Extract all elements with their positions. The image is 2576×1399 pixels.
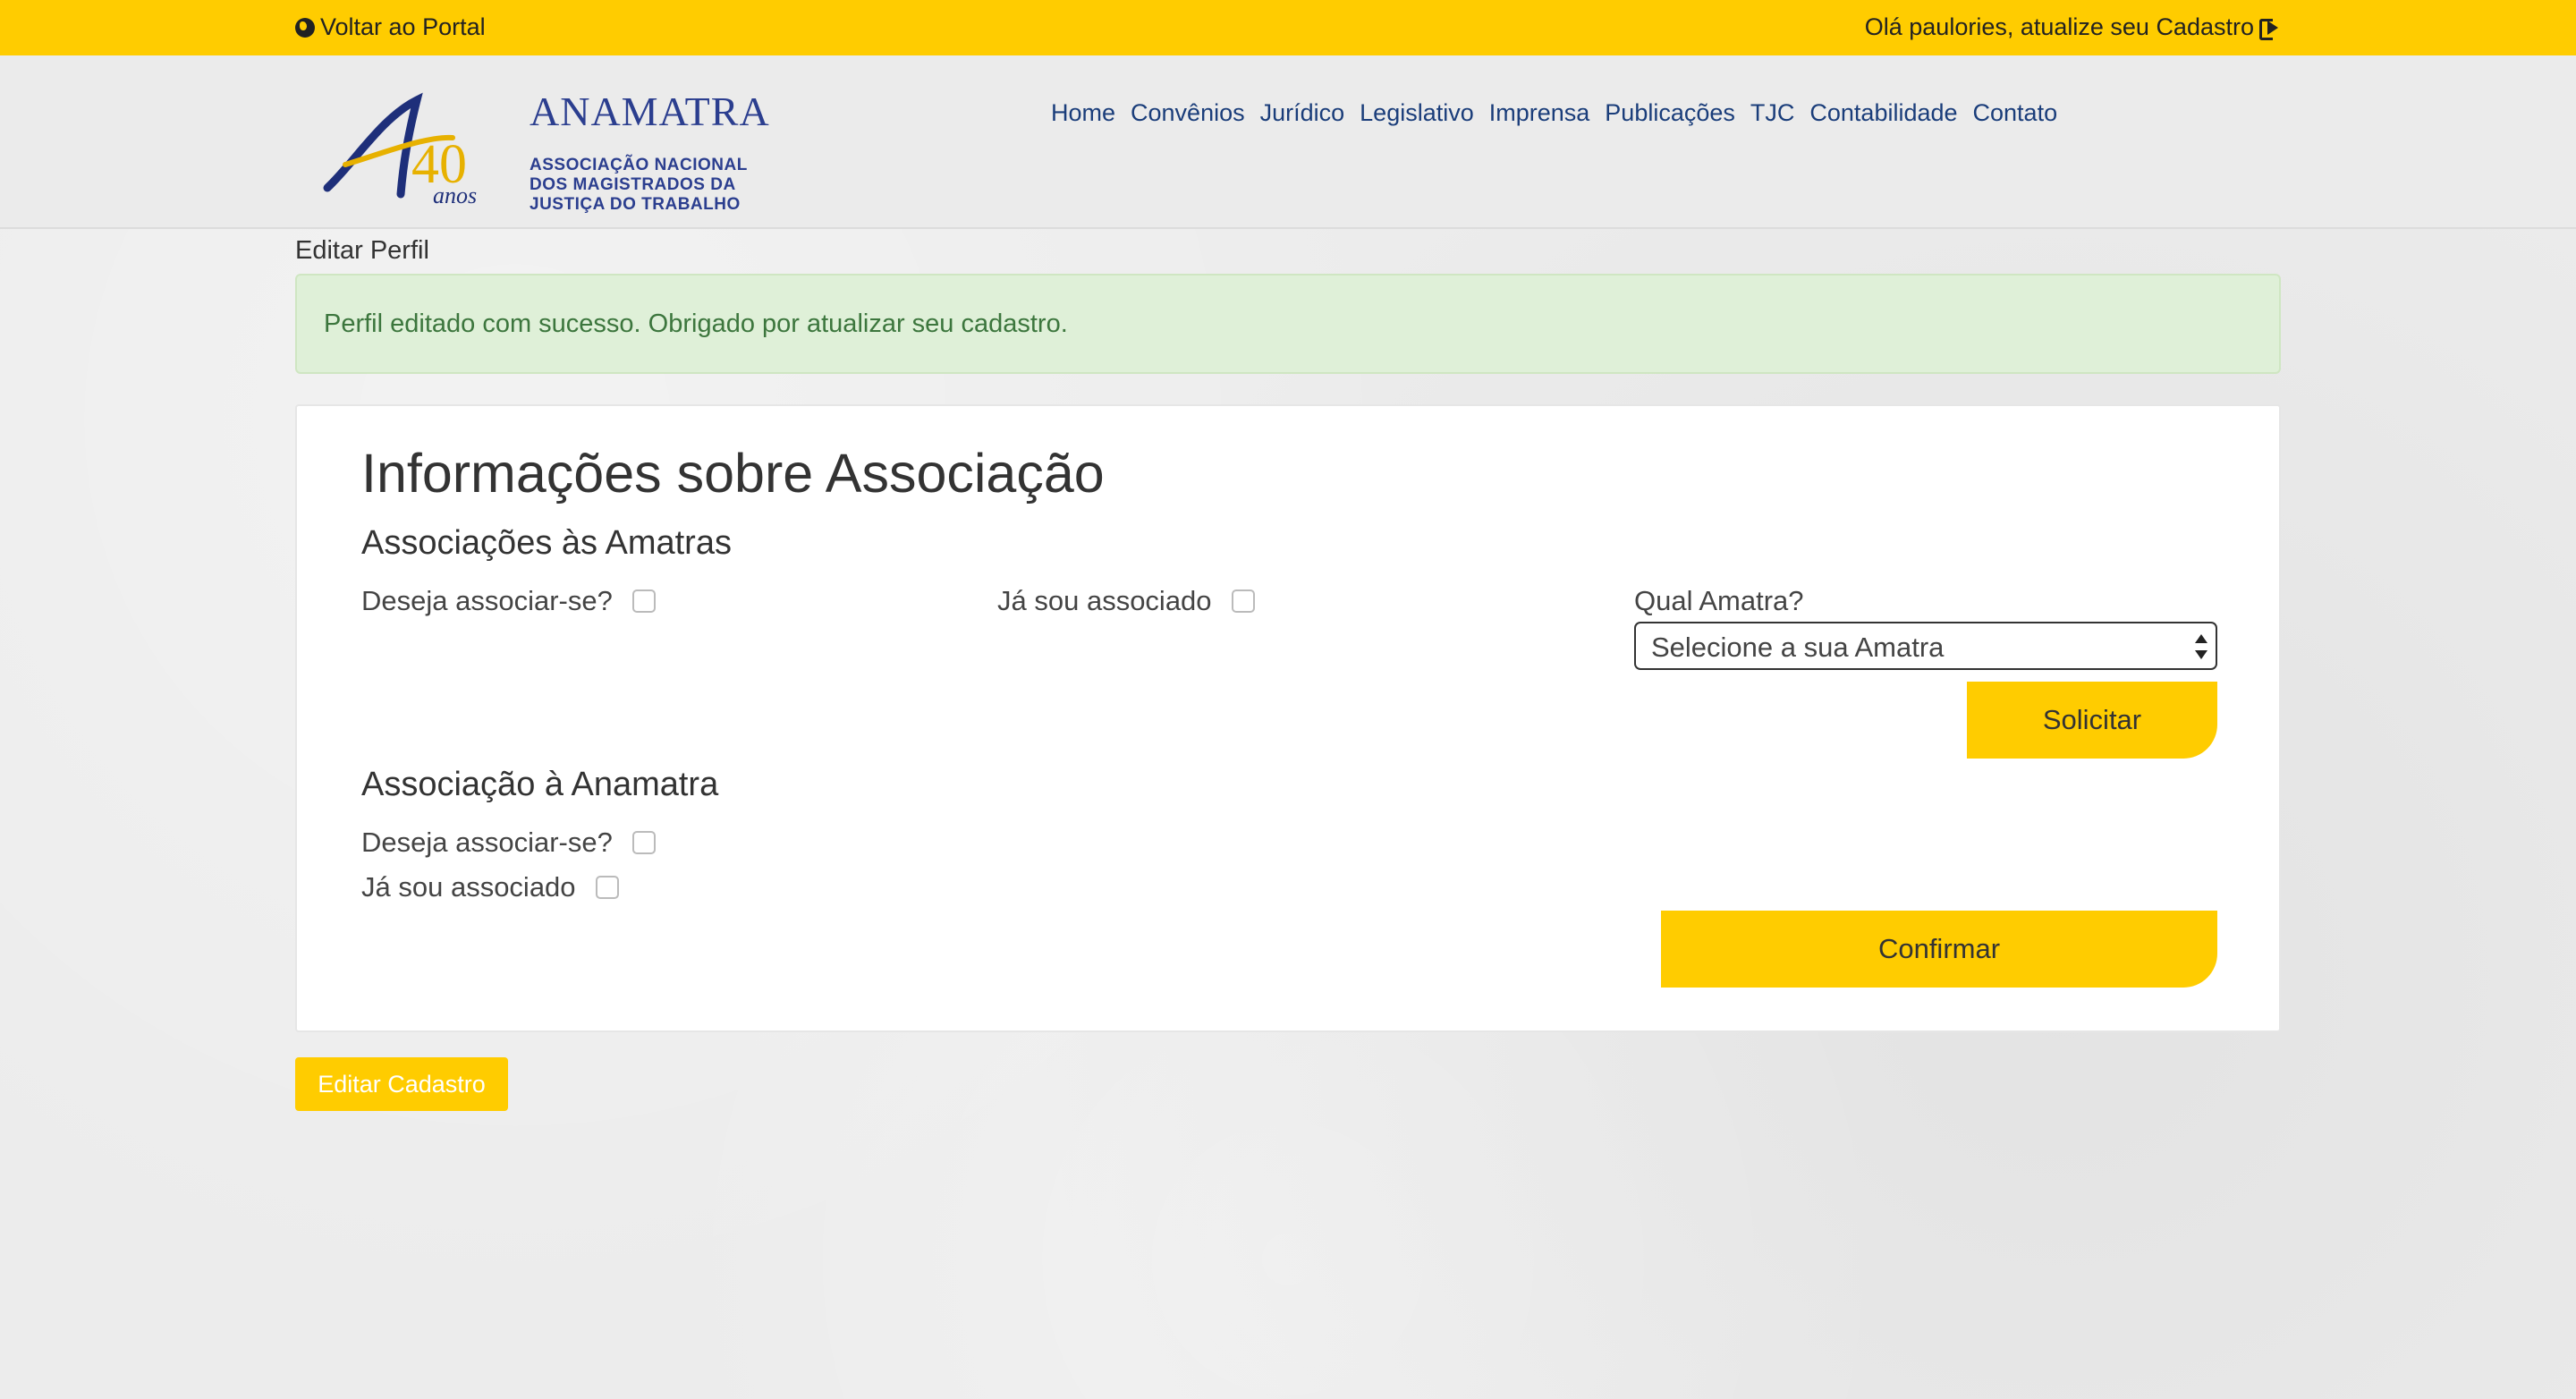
top-bar: Voltar ao Portal Olá paulories, atualize… xyxy=(0,0,2576,55)
globe-icon xyxy=(295,17,315,38)
anamatra-already-label: Já sou associado xyxy=(361,871,576,903)
nav-publicacoes[interactable]: Publicações xyxy=(1605,99,1735,127)
nav-home[interactable]: Home xyxy=(1051,99,1115,127)
site-header: 40 anos ANAMATRA ASSOCIAÇÃO NACIONAL DOS… xyxy=(0,55,2576,229)
logo-line-1: ASSOCIAÇÃO NACIONAL xyxy=(530,156,748,174)
amatras-want-row: Deseja associar-se? xyxy=(361,585,656,617)
solicitar-button[interactable]: Solicitar xyxy=(1967,682,2217,759)
nav-tjc[interactable]: TJC xyxy=(1750,99,1795,127)
amatra-select[interactable]: Selecione a sua Amatra xyxy=(1634,622,2217,670)
nav-contabilidade[interactable]: Contabilidade xyxy=(1809,99,1957,127)
amatras-want-label: Deseja associar-se? xyxy=(361,585,613,616)
confirmar-button[interactable]: Confirmar xyxy=(1661,911,2217,988)
back-to-portal-link[interactable]: Voltar ao Portal xyxy=(295,13,486,41)
nav-contato[interactable]: Contato xyxy=(1973,99,2058,127)
nav-juridico[interactable]: Jurídico xyxy=(1260,99,1345,127)
amatras-heading: Associações às Amatras xyxy=(361,524,732,562)
amatras-want-checkbox[interactable] xyxy=(631,589,656,613)
amatras-already-row: Já sou associado xyxy=(997,585,1255,617)
card-title: Informações sobre Associação xyxy=(361,443,1105,504)
anamatra-already-checkbox[interactable] xyxy=(595,876,619,899)
anamatra-want-checkbox[interactable] xyxy=(631,831,656,854)
greeting-label: Olá paulories, atualize seu Cadastro xyxy=(1864,13,2254,40)
back-to-portal-label: Voltar ao Portal xyxy=(320,13,486,40)
success-alert-text: Perfil editado com sucesso. Obrigado por… xyxy=(324,309,1068,338)
select-arrows-icon xyxy=(2194,632,2207,661)
amatra-select-value: Selecione a sua Amatra xyxy=(1651,632,1945,663)
update-profile-link[interactable]: Olá paulories, atualize seu Cadastro xyxy=(1865,13,2281,41)
anamatra-want-label: Deseja associar-se? xyxy=(361,827,613,858)
logo-brand: ANAMATRA xyxy=(530,89,770,134)
association-card: Informações sobre Associação Associações… xyxy=(295,404,2281,1032)
sign-out-icon xyxy=(2259,18,2281,40)
logo-emblem: 40 anos xyxy=(323,92,477,208)
logo-anos: anos xyxy=(433,182,477,208)
amatras-already-label: Já sou associado xyxy=(997,585,1212,616)
anamatra-heading: Associação à Anamatra xyxy=(361,766,719,803)
logo-line-3: JUSTIÇA DO TRABALHO xyxy=(530,195,741,214)
anamatra-already-row: Já sou associado xyxy=(361,871,619,903)
nav-imprensa[interactable]: Imprensa xyxy=(1489,99,1590,127)
nav-legislativo[interactable]: Legislativo xyxy=(1360,99,1474,127)
anamatra-want-row: Deseja associar-se? xyxy=(361,827,656,859)
nav-convenios[interactable]: Convênios xyxy=(1131,99,1245,127)
logo-line-2: DOS MAGISTRADOS DA xyxy=(530,175,736,194)
amatras-already-checkbox[interactable] xyxy=(1231,589,1255,613)
editar-cadastro-button[interactable]: Editar Cadastro xyxy=(295,1057,508,1111)
which-amatra-label: Qual Amatra? xyxy=(1634,585,1804,616)
main-nav: Home Convênios Jurídico Legislativo Impr… xyxy=(1051,99,2057,127)
success-alert: Perfil editado com sucesso. Obrigado por… xyxy=(295,274,2281,374)
breadcrumb: Editar Perfil xyxy=(295,236,429,265)
anamatra-logo[interactable]: 40 anos ANAMATRA ASSOCIAÇÃO NACIONAL DOS… xyxy=(318,82,769,214)
